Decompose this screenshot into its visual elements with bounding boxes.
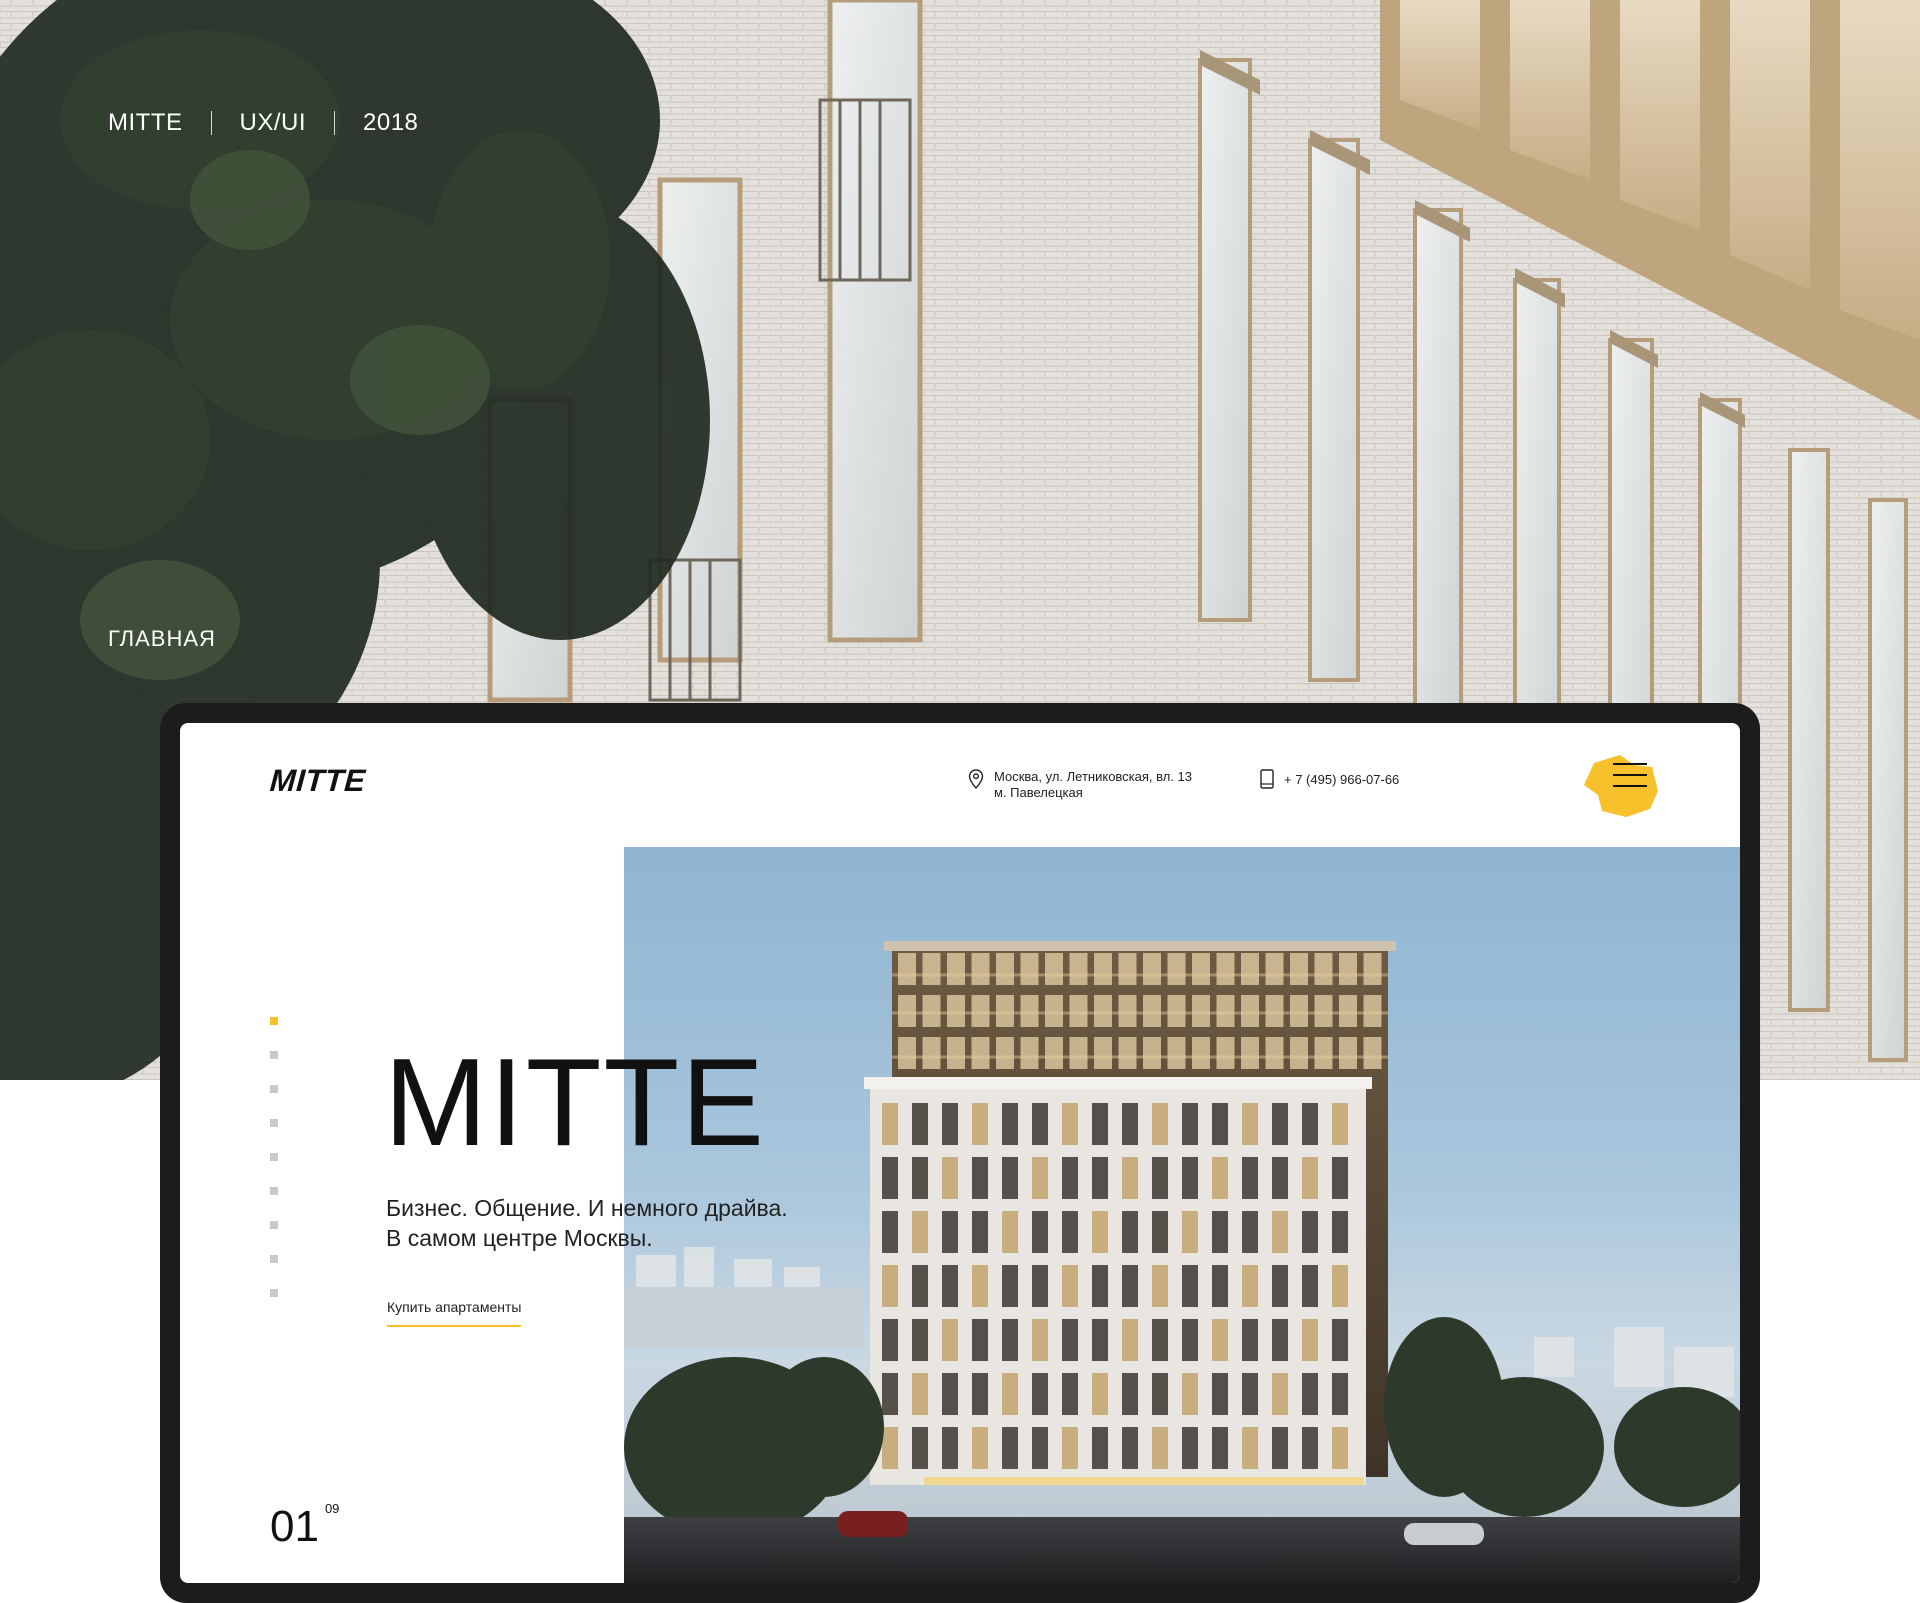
location-pin-icon	[968, 769, 984, 789]
hero-subtitle-line: В самом центре Москвы.	[386, 1225, 653, 1251]
slide-dot[interactable]	[270, 1085, 278, 1093]
slide-dot[interactable]	[270, 1051, 278, 1059]
slide-pagination	[270, 1017, 278, 1323]
case-meta: MITTE UX/UI 2018	[108, 108, 418, 138]
phone-icon	[1260, 769, 1274, 789]
hamburger-menu-icon	[1613, 763, 1647, 796]
buy-apartments-link[interactable]: Купить апартаменты	[387, 1299, 522, 1327]
address-street: Москва, ул. Летниковская, вл. 13	[994, 769, 1193, 784]
device-frame: MITTE Москва, ул. Летниковская, вл. 13 м…	[160, 703, 1760, 1603]
slide-dot[interactable]	[270, 1153, 278, 1161]
site-logo[interactable]: MITTE	[269, 763, 367, 799]
slide-dot[interactable]	[270, 1221, 278, 1229]
hero-subtitle-line: Бизнес. Общение. И немного драйва.	[386, 1195, 788, 1221]
hero-title: MITTE	[384, 1034, 766, 1172]
slide-dot[interactable]	[270, 1119, 278, 1127]
case-project: MITTE	[108, 109, 183, 136]
menu-button[interactable]	[1580, 751, 1662, 821]
case-year: 2018	[363, 109, 419, 136]
slide-current: 01	[270, 1502, 319, 1551]
section-label: ГЛАВНАЯ	[108, 626, 216, 651]
slide-dot[interactable]	[270, 1017, 278, 1025]
phone-block[interactable]: + 7 (495) 966-07-66	[1260, 769, 1399, 789]
case-discipline: UX/UI	[239, 109, 307, 136]
website-screen: MITTE Москва, ул. Летниковская, вл. 13 м…	[180, 723, 1740, 1583]
phone-number: + 7 (495) 966-07-66	[1284, 771, 1400, 787]
slide-dot[interactable]	[270, 1187, 278, 1195]
address-metro: м. Павелецкая	[994, 785, 1083, 800]
slide-dot[interactable]	[270, 1255, 278, 1263]
meta-separator	[334, 111, 336, 135]
address-text: Москва, ул. Летниковская, вл. 13 м. Паве…	[994, 769, 1192, 801]
slide-dot[interactable]	[270, 1289, 278, 1297]
meta-separator	[210, 111, 212, 135]
hero-subtitle: Бизнес. Общение. И немного драйва. В сам…	[386, 1193, 946, 1253]
address-block[interactable]: Москва, ул. Летниковская, вл. 13 м. Паве…	[968, 769, 1192, 801]
slide-counter: 01 09	[270, 1501, 339, 1552]
slide-total: 09	[324, 1501, 340, 1516]
